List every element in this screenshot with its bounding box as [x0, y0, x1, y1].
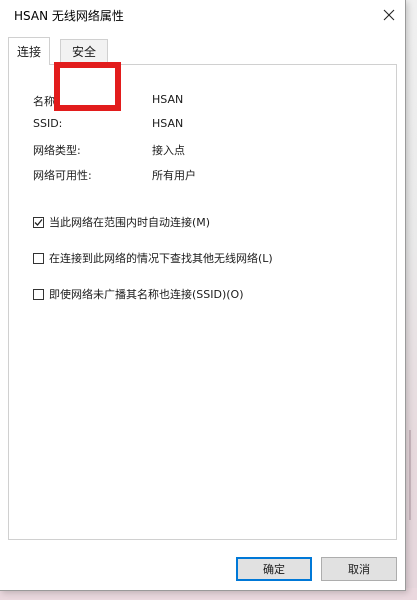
window-title: HSAN 无线网络属性: [14, 9, 124, 23]
checkmark-icon: [34, 218, 43, 226]
ssid-label: SSID:: [33, 117, 63, 130]
close-icon: [383, 9, 394, 21]
tab-security[interactable]: 安全: [60, 39, 108, 63]
find-other-networks-checkbox[interactable]: [33, 252, 44, 264]
title-bar: HSAN 无线网络属性: [0, 0, 405, 30]
network-availability-value: 所有用户: [152, 169, 196, 182]
tab-connection[interactable]: 连接: [8, 37, 50, 65]
network-type-label: 网络类型:: [33, 144, 81, 157]
tab-panel-connection: 名称: HSAN SSID: HSAN 网络类型: 接入点 网络可用性: 所有用…: [8, 64, 397, 540]
network-type-value: 接入点: [152, 144, 185, 157]
close-button[interactable]: [372, 0, 405, 30]
hidden-ssid-checkbox[interactable]: [33, 288, 44, 300]
hidden-ssid-label: 即使网络未广播其名称也连接(SSID)(O): [49, 288, 244, 301]
tab-connection-label: 连接: [16, 45, 41, 59]
tab-strip: 连接 安全: [8, 37, 400, 111]
find-other-networks-label: 在连接到此网络的情况下查找其他无线网络(L): [49, 252, 273, 265]
name-value: HSAN: [152, 93, 184, 106]
ssid-value: HSAN: [152, 117, 184, 130]
network-availability-label: 网络可用性:: [33, 169, 92, 182]
tab-security-label: 安全: [71, 45, 96, 59]
auto-connect-label: 当此网络在范围内时自动连接(M): [49, 216, 211, 229]
cancel-button[interactable]: 取消: [321, 557, 397, 581]
properties-dialog: HSAN 无线网络属性 连接 安全 名称: HSAN SSID: HSAN 网络…: [0, 0, 406, 591]
auto-connect-option[interactable]: 当此网络在范围内时自动连接(M): [33, 214, 210, 230]
background-strip: [405, 0, 417, 600]
find-other-networks-option[interactable]: 在连接到此网络的情况下查找其他无线网络(L): [33, 250, 273, 266]
name-label: 名称:: [33, 95, 59, 108]
hidden-ssid-option[interactable]: 即使网络未广播其名称也连接(SSID)(O): [33, 286, 244, 302]
ok-button[interactable]: 确定: [236, 557, 312, 581]
auto-connect-checkbox[interactable]: [33, 216, 44, 228]
background-stripe: [409, 430, 411, 520]
